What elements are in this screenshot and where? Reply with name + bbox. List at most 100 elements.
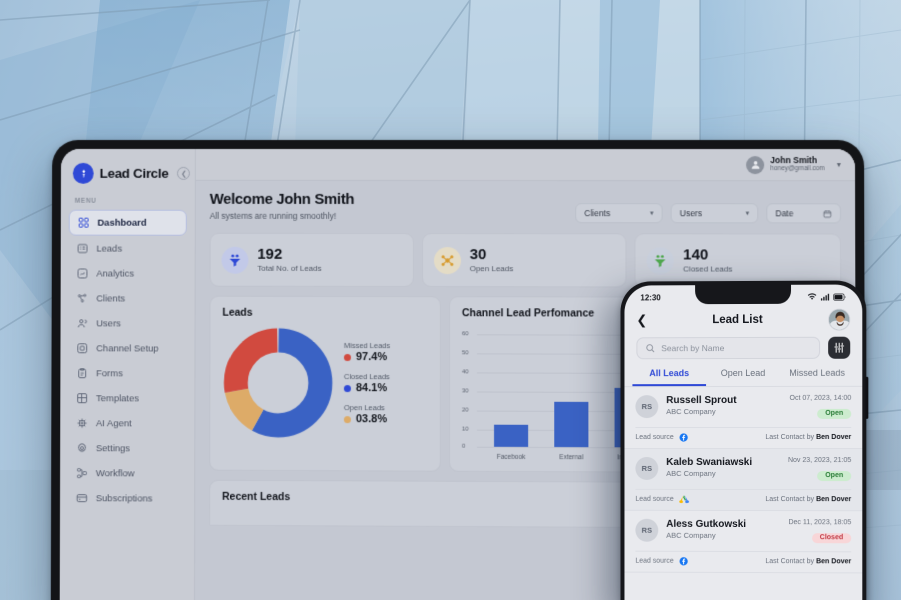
filter-bar: Clients ▾ Users ▾ Date	[575, 191, 842, 224]
google-ads-icon	[678, 495, 689, 504]
lead-list-item[interactable]: RS Russell Sprout ABC Company Oct 07, 20…	[624, 386, 863, 450]
legend-item-closed: Closed Leads 84.1%	[343, 372, 390, 395]
panel-title: Leads	[222, 306, 253, 319]
sidebar-item-analytics[interactable]: Analytics	[69, 261, 187, 285]
phone-header: ❮ Lead List	[624, 307, 862, 338]
stat-label: Closed Leads	[683, 264, 733, 274]
topbar: John Smith honey@gmail.com ▾	[195, 148, 856, 182]
legend-swatch	[343, 353, 351, 361]
lead-last-contact-name: Ben Dover	[816, 558, 852, 566]
y-tick-label: 20	[461, 407, 469, 414]
phone-notch	[695, 284, 792, 305]
list-card-icon	[77, 243, 89, 255]
avatar: RS	[635, 456, 659, 480]
sidebar-nav: Dashboard Leads Analytics Clients Users	[68, 209, 187, 511]
chevron-left-icon[interactable]: ❮	[177, 166, 191, 180]
leads-donut-chart	[224, 328, 333, 438]
clients-filter-label: Clients	[584, 208, 611, 219]
donut-legend: Missed Leads 97.4% Closed Leads 84.1% Op…	[343, 341, 390, 426]
phone-search-row: Search by Name	[624, 336, 862, 360]
sidebar-item-label: Channel Setup	[96, 342, 159, 354]
chevron-down-icon[interactable]: ▾	[837, 160, 841, 169]
sidebar-item-workflow[interactable]: Workflow	[68, 461, 186, 486]
user-menu[interactable]: John Smith honey@gmail.com ▾	[746, 154, 841, 174]
sidebar-item-label: Forms	[96, 367, 123, 379]
tab-missed-leads[interactable]: Missed Leads	[780, 368, 854, 386]
users-icon	[76, 317, 88, 329]
bar-facebook[interactable]	[494, 424, 529, 447]
sliders-icon[interactable]	[828, 336, 851, 359]
sidebar-item-dashboard[interactable]: Dashboard	[68, 209, 187, 236]
legend-swatch	[343, 415, 351, 423]
legend-label: Closed Leads	[343, 372, 390, 382]
page-subtitle: All systems are running smoothly!	[209, 210, 337, 221]
stat-value: 192	[257, 245, 283, 263]
lead-name: Russell Sprout	[666, 395, 737, 407]
layout-icon	[76, 392, 88, 404]
lead-source-label: Lead source	[635, 495, 674, 503]
lead-source-label: Lead source	[635, 434, 674, 442]
lead-last-contact: Last Contact by Ben Dover	[765, 496, 852, 504]
user-email: honey@gmail.com	[770, 165, 825, 173]
user-avatar-icon	[746, 155, 765, 174]
lead-name: Kaleb Swaniawski	[666, 456, 753, 469]
page-title: Welcome John Smith	[209, 190, 355, 208]
sidebar-item-forms[interactable]: Forms	[68, 361, 186, 385]
tab-open-lead[interactable]: Open Lead	[706, 368, 780, 386]
signal-icon	[820, 293, 830, 301]
phone-screen: 12:30 ❮ Lead List Search by Name All Lea…	[624, 284, 863, 600]
gear-icon	[76, 442, 88, 454]
tab-all-leads[interactable]: All Leads	[632, 368, 707, 387]
y-tick-label: 10	[461, 426, 469, 433]
clients-filter-dropdown[interactable]: Clients ▾	[575, 203, 663, 224]
sidebar-item-label: Analytics	[96, 268, 135, 280]
sidebar-item-users[interactable]: Users	[68, 311, 186, 335]
phone-tabs: All Leads Open Lead Missed Leads	[624, 358, 863, 388]
search-icon	[645, 343, 655, 353]
lead-name: Aless Gutkowski	[666, 518, 747, 531]
y-tick-label: 60	[461, 331, 469, 338]
welcome-block: Welcome John Smith All systems are runni…	[210, 191, 355, 221]
search-input[interactable]: Search by Name	[636, 336, 821, 360]
legend-value: 84.1%	[355, 382, 388, 395]
phone-page-title: Lead List	[712, 313, 763, 327]
lead-date: Oct 07, 2023, 14:00	[789, 394, 852, 402]
legend-value: 03.8%	[355, 413, 388, 426]
legend-label: Open Leads	[343, 403, 385, 413]
lead-source-label: Lead source	[635, 557, 674, 565]
leads-donut-panel: Leads Missed Leads 97.4% Closed Leads 84…	[209, 295, 441, 472]
lead-date: Nov 23, 2023, 21:05	[787, 457, 852, 465]
sidebar-item-settings[interactable]: Settings	[68, 436, 186, 460]
funnel-people-icon	[221, 246, 249, 274]
stat-value: 30	[469, 246, 487, 264]
bar-external[interactable]	[554, 401, 589, 448]
lead-date: Dec 11, 2023, 18:05	[788, 519, 852, 527]
sidebar-item-leads[interactable]: Leads	[69, 237, 187, 261]
sidebar-item-clients[interactable]: Clients	[69, 286, 187, 310]
chip-icon	[76, 417, 88, 429]
lead-company: ABC Company	[666, 468, 716, 478]
sidebar-item-templates[interactable]: Templates	[68, 386, 186, 410]
status-badge: Open	[817, 408, 852, 419]
date-filter[interactable]: Date	[766, 203, 842, 224]
sidebar-item-label: AI Agent	[95, 417, 132, 429]
avatar: RS	[635, 395, 659, 419]
stat-card-closed-leads[interactable]: 140 Closed Leads	[634, 233, 842, 288]
clipboard-icon	[76, 367, 88, 379]
sidebar-item-ai-agent[interactable]: AI Agent	[68, 411, 186, 435]
user-photo-avatar[interactable]	[828, 308, 851, 331]
back-chevron-left-icon[interactable]: ❮	[636, 312, 647, 328]
sidebar-item-subscriptions[interactable]: Subscriptions	[68, 486, 186, 511]
card-icon	[76, 492, 88, 504]
avatar: RS	[635, 518, 659, 542]
stat-card-total-leads[interactable]: 192 Total No. of Leads	[209, 232, 414, 288]
lead-list-item[interactable]: RS Kaleb Swaniawski ABC Company Nov 23, …	[624, 448, 863, 512]
legend-item-missed: Missed Leads 97.4%	[343, 341, 390, 363]
lead-list-item[interactable]: RS Aless Gutkowski ABC Company Dec 11, 2…	[624, 510, 863, 574]
user-name: John Smith	[770, 154, 817, 165]
users-filter-dropdown[interactable]: Users ▾	[670, 203, 759, 224]
brand-name: Lead Circle	[99, 165, 169, 181]
sidebar-item-channel-setup[interactable]: Channel Setup	[68, 336, 186, 360]
sidebar-item-label: Templates	[96, 392, 140, 404]
stat-card-open-leads[interactable]: 30 Open Leads	[421, 233, 627, 288]
